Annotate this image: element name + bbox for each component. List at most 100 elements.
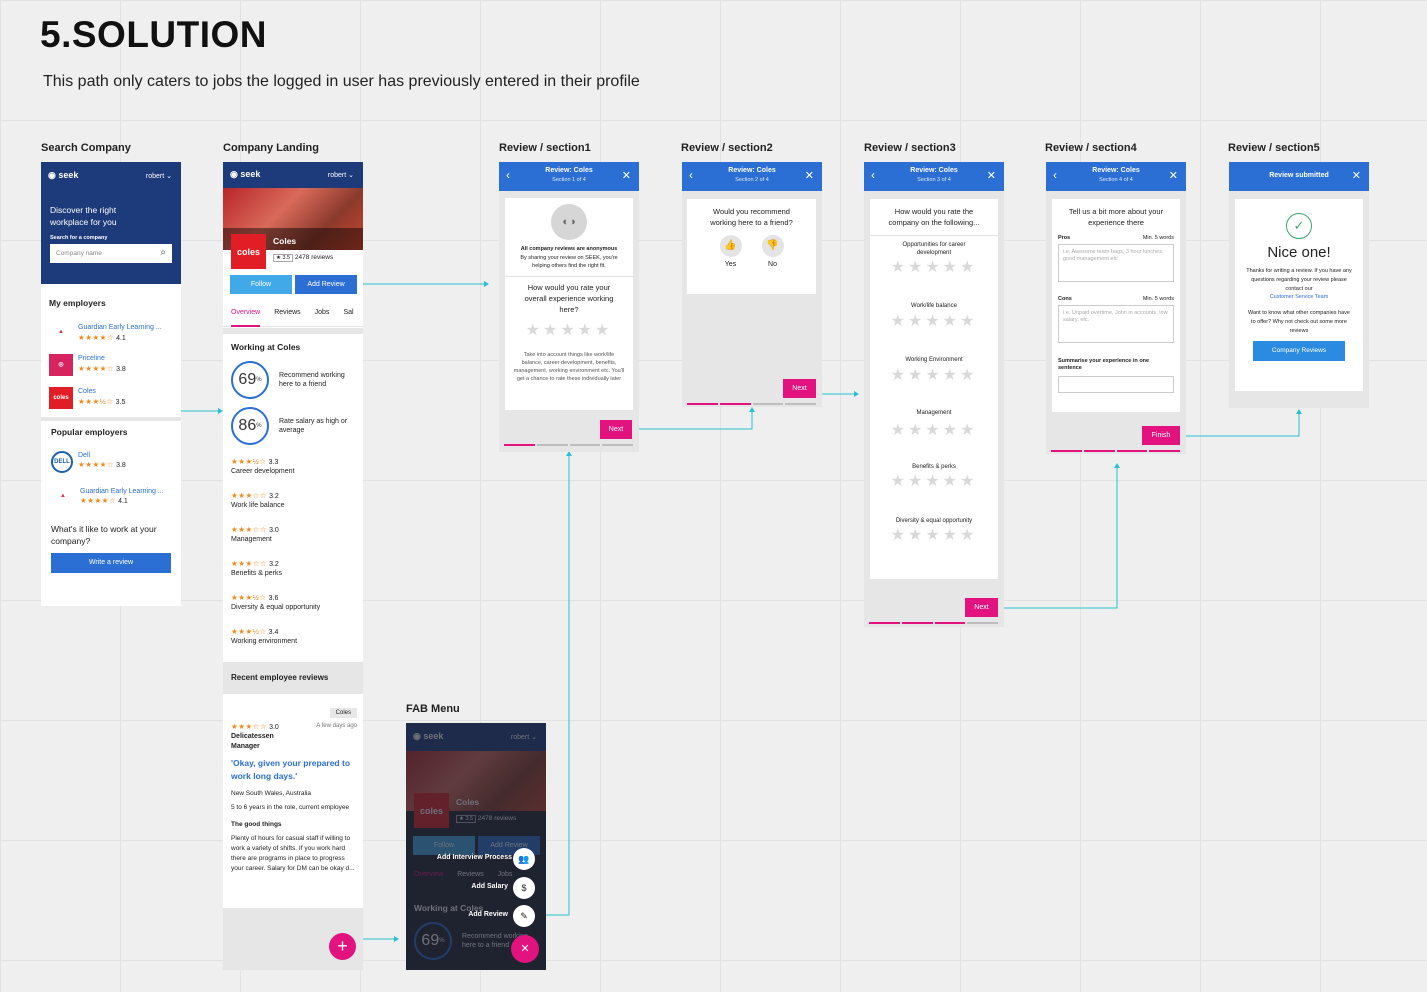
follow-button: Follow: [413, 836, 475, 855]
review-count[interactable]: 2478 reviews: [295, 254, 333, 261]
guardian-logo-icon: ▲: [60, 492, 66, 499]
tell-more-question: Tell us a bit more about your experience…: [1068, 207, 1164, 227]
close-icon[interactable]: ✕: [1169, 169, 1178, 182]
progress-bar: [869, 622, 998, 624]
review-section5-screen: Review submitted ✕ ✓ Nice one! Thanks fo…: [1229, 162, 1369, 408]
category-rating-row: Diversity & equal opportunity ★★★★★: [870, 518, 998, 545]
category-stars[interactable]: ★★★★★: [870, 365, 998, 385]
employer-name: Guardian Early Learning ...: [80, 487, 164, 495]
tab-overview: Overview: [414, 871, 444, 878]
seek-logo: ◉ seek: [413, 731, 444, 741]
tab-salaries[interactable]: Sal: [343, 309, 353, 326]
employer-item[interactable]: DELL Dell ★★★★☆ 3.8: [51, 450, 171, 473]
company-tabs: Overview Reviews Jobs Sal: [223, 309, 363, 327]
category-stars[interactable]: ★★★★★: [870, 311, 998, 331]
thanks-text: Thanks for writing a review. If you have…: [1246, 268, 1352, 292]
summary-input[interactable]: [1058, 376, 1174, 394]
close-icon[interactable]: ✕: [987, 169, 996, 182]
close-icon[interactable]: ✕: [805, 169, 814, 182]
category-rating-row: Work/life balance ★★★★★: [870, 303, 998, 331]
employer-item[interactable]: ▲ Guardian Early Learning ... ★★★★☆ 4.1: [51, 487, 171, 507]
tab-reviews[interactable]: Reviews: [274, 309, 300, 326]
employer-item[interactable]: ▲ Guardian Early Learning ... ★★★★☆ 4.1: [49, 323, 173, 343]
category-stars[interactable]: ★★★★★: [870, 525, 998, 545]
employer-name: Priceline: [78, 355, 105, 363]
overall-star-rating[interactable]: ★★★★★: [505, 320, 633, 340]
review-rating: 3.0: [269, 724, 279, 731]
rating-value: 4.1: [116, 334, 126, 342]
review-header: ‹ Review: Coles Section 2 of 4 ✕: [682, 162, 822, 191]
review-header: ‹ Review: Coles Section 1 of 4 ✕: [499, 162, 639, 191]
company-landing-screen: ◉ seek robert ⌄ Coles coles ★ 3.5 2478 r…: [223, 162, 363, 970]
tab-jobs[interactable]: Jobs: [315, 309, 330, 326]
salary-gauge: 86%: [231, 407, 269, 445]
fab-button[interactable]: +: [329, 933, 356, 960]
popular-employers-heading: Popular employers: [51, 427, 128, 438]
fab-close-button[interactable]: ✕: [511, 935, 539, 963]
coles-logo-icon: coles: [49, 387, 73, 410]
fab-salary-label: Add Salary: [471, 883, 508, 890]
salary-stat: 86% Rate salary as high or average: [231, 407, 349, 445]
working-at-heading: Working at Coles: [231, 342, 301, 352]
review-card[interactable]: ★★★☆☆ 3.0 A few days ago Delicatessen Man…: [231, 722, 357, 874]
category-stars[interactable]: ★★★★★: [870, 420, 998, 440]
fab-salary-icon[interactable]: $: [513, 877, 535, 899]
customer-service-link[interactable]: Customer Service Team: [1235, 293, 1363, 302]
next-button[interactable]: Next: [965, 598, 998, 617]
employer-name: Dell: [78, 451, 91, 459]
follow-button[interactable]: Follow: [230, 275, 292, 294]
cons-min: Min. 5 words: [1142, 295, 1174, 302]
rating-row: ★★★½☆ 3.4 Working environment: [231, 627, 359, 661]
rating-row: ★★★☆☆ 3.2 Work life balance: [231, 491, 359, 525]
add-review-button[interactable]: Add Review: [295, 275, 357, 294]
company-reviews-button[interactable]: Company Reviews: [1253, 340, 1345, 361]
finish-button[interactable]: Finish: [1142, 426, 1180, 445]
thumbs-down-icon: 👎: [761, 234, 784, 257]
anonymous-sub: By sharing your review on SEEK, you're h…: [520, 255, 618, 269]
header-section: Section 4 of 4: [1099, 177, 1133, 183]
salary-text: Rate salary as high or average: [279, 417, 348, 434]
no-option[interactable]: 👎 No: [761, 234, 784, 268]
recent-reviews-heading: Recent employee reviews: [223, 662, 363, 694]
review-good-heading: The good things: [231, 821, 282, 829]
header-title: Review: Coles: [545, 167, 593, 174]
category-ratings: ★★★½☆ 3.3 Career development ★★★☆☆ 3.2 Wor…: [231, 457, 359, 661]
search-input[interactable]: Company name ⌕: [50, 244, 172, 263]
rating-label: Work life balance: [231, 502, 285, 510]
rating-value: 3.4: [268, 629, 279, 636]
user-menu[interactable]: robert ⌄: [146, 172, 172, 180]
category-label: Benefits & perks: [912, 464, 956, 470]
employer-item[interactable]: ◎ Priceline ★★★★☆ 3.8: [49, 354, 173, 377]
review-stars: ★★★☆☆: [231, 722, 268, 731]
guardian-logo-icon: ▲: [58, 329, 64, 336]
yes-option[interactable]: 👍 Yes: [719, 234, 742, 268]
pros-label: Pros: [1058, 234, 1071, 241]
tab-jobs: Jobs: [497, 871, 513, 878]
close-icon[interactable]: ✕: [622, 169, 631, 182]
category-label: Opportunities for career development: [902, 242, 966, 257]
cons-textarea[interactable]: i.e. Unpaid overtime, John in accounts, …: [1058, 304, 1174, 343]
close-icon[interactable]: ✕: [1352, 169, 1361, 182]
review-section4-screen: ‹ Review: Coles Section 4 of 4 ✕ Tell us…: [1046, 162, 1186, 454]
search-label: Search for a company: [50, 235, 108, 241]
dell-logo-icon: DELL: [51, 450, 73, 473]
next-button[interactable]: Next: [783, 379, 816, 398]
next-button[interactable]: Next: [600, 420, 632, 439]
category-label: Management: [916, 410, 952, 416]
pros-textarea[interactable]: i.e. Awesome team bags, 3 hour lunches, …: [1058, 243, 1174, 282]
rating-stars: ★★★☆☆: [231, 559, 268, 568]
rating-value: 3.3: [268, 459, 279, 466]
write-review-button[interactable]: Write a review: [51, 553, 171, 574]
recommend-question: Would you recommend working here to a fr…: [710, 207, 793, 227]
employer-item[interactable]: coles Coles ★★★½☆ 3.5: [49, 387, 173, 410]
fab-interview-icon[interactable]: 👥: [513, 848, 535, 870]
category-stars[interactable]: ★★★★★: [870, 257, 998, 277]
rating-value: 3.6: [268, 595, 279, 602]
fab-review-pencil-icon[interactable]: ✎: [513, 905, 535, 927]
tab-overview[interactable]: Overview: [231, 309, 261, 327]
rating-label: Benefits & perks: [231, 570, 282, 578]
anonymous-notice: All company reviews are anonymous: [520, 246, 618, 252]
user-menu[interactable]: robert ⌄: [328, 171, 354, 179]
search-icon[interactable]: ⌕: [160, 247, 166, 258]
category-stars[interactable]: ★★★★★: [870, 471, 998, 491]
